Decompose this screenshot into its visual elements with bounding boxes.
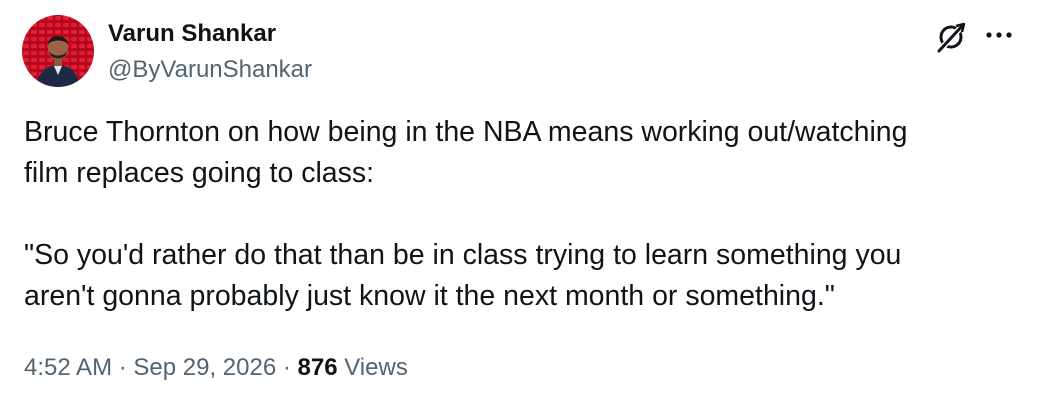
grok-icon[interactable]	[934, 20, 968, 54]
more-options-icon[interactable]	[984, 28, 1014, 40]
author-name[interactable]: Varun Shankar	[108, 19, 276, 49]
tweet-card: Varun Shankar @ByVarunShankar Bruce Thor…	[0, 0, 1039, 404]
views-count: 876	[297, 354, 338, 381]
avatar[interactable]	[22, 15, 94, 87]
tweet-date[interactable]: Sep 29, 2026	[133, 354, 276, 381]
tweet-paragraph-quote: "So you'd rather do that than be in clas…	[24, 239, 902, 312]
tweet-paragraph-intro: Bruce Thornton on how being in the NBA m…	[24, 116, 908, 189]
tweet-text: Bruce Thornton on how being in the NBA m…	[24, 112, 1014, 317]
meta-separator: ·	[112, 354, 134, 381]
views-label: Views	[337, 354, 408, 381]
tweet-metadata: 4:52 AM · Sep 29, 2026 · 876 Views	[24, 352, 408, 384]
tweet-time[interactable]: 4:52 AM	[24, 354, 112, 381]
meta-separator: ·	[276, 354, 298, 381]
author-handle[interactable]: @ByVarunShankar	[108, 55, 312, 85]
